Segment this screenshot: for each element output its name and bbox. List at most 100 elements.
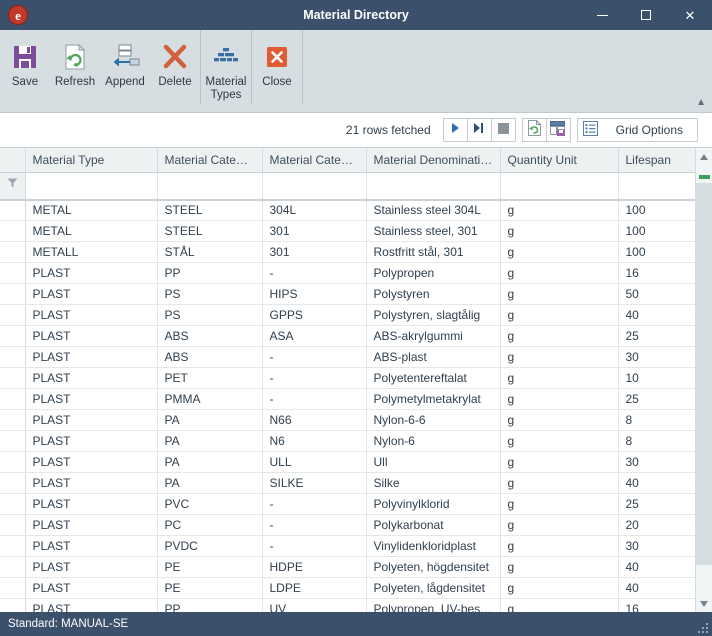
cell-unit[interactable]: g	[500, 325, 619, 347]
cell-life[interactable]: 100	[618, 241, 695, 263]
cell-type[interactable]: PLAST	[25, 451, 158, 473]
filter-cell-quantity-unit[interactable]	[500, 172, 619, 201]
row-selector-cell[interactable]	[0, 388, 26, 410]
cell-cat1[interactable]: PA	[157, 472, 263, 494]
row-selector-cell[interactable]	[0, 451, 26, 473]
filter-cell-material-category-1[interactable]	[157, 172, 263, 201]
stop-fetch-button[interactable]	[490, 117, 516, 142]
table-row[interactable]: PLAST PA SILKE Silke g 40	[0, 472, 695, 494]
cell-cat1[interactable]: PP	[157, 262, 263, 284]
cell-life[interactable]: 100	[618, 199, 695, 221]
column-header-material-type[interactable]: Material Type	[25, 148, 158, 173]
table-row[interactable]: PLAST PA N6 Nylon-6 g 8	[0, 430, 695, 452]
cell-unit[interactable]: g	[500, 199, 619, 221]
cell-cat2[interactable]: -	[262, 346, 367, 368]
row-selector-cell[interactable]	[0, 325, 26, 347]
cell-cat1[interactable]: PA	[157, 409, 263, 431]
cell-life[interactable]: 25	[618, 325, 695, 347]
ribbon-collapse-chevron-icon[interactable]: ▲	[696, 97, 706, 108]
cell-unit[interactable]: g	[500, 220, 619, 242]
cell-unit[interactable]: g	[500, 409, 619, 431]
cell-denom[interactable]: Polyvinylklorid	[366, 493, 501, 515]
cell-unit[interactable]: g	[500, 451, 619, 473]
table-row[interactable]: PLAST ABS - ABS-plast g 30	[0, 346, 695, 368]
cell-denom[interactable]: Polymetylmetakrylat	[366, 388, 501, 410]
cell-cat2[interactable]: 301	[262, 220, 367, 242]
cell-life[interactable]: 16	[618, 598, 695, 612]
cell-cat2[interactable]: -	[262, 262, 367, 284]
cell-cat1[interactable]: PP	[157, 598, 263, 612]
cell-denom[interactable]: Silke	[366, 472, 501, 494]
table-row[interactable]: PLAST PE LDPE Polyeten, lågdensitet g 40	[0, 577, 695, 599]
cell-cat2[interactable]: SILKE	[262, 472, 367, 494]
cell-unit[interactable]: g	[500, 283, 619, 305]
table-row[interactable]: PLAST PE HDPE Polyeten, högdensitet g 40	[0, 556, 695, 578]
table-row[interactable]: PLAST PVC - Polyvinylklorid g 25	[0, 493, 695, 515]
cell-life[interactable]: 40	[618, 304, 695, 326]
cell-denom[interactable]: Polypropen, UV-bestän...	[366, 598, 501, 612]
scrollbar-track[interactable]	[696, 165, 712, 595]
cell-cat1[interactable]: PMMA	[157, 388, 263, 410]
cell-unit[interactable]: g	[500, 241, 619, 263]
cell-cat1[interactable]: PE	[157, 577, 263, 599]
cell-life[interactable]: 100	[618, 220, 695, 242]
cell-cat2[interactable]: 304L	[262, 199, 367, 221]
cell-cat2[interactable]: N66	[262, 409, 367, 431]
cell-type[interactable]: PLAST	[25, 598, 158, 612]
cell-denom[interactable]: Polyeten, högdensitet	[366, 556, 501, 578]
filter-cell-lifespan[interactable]	[618, 172, 695, 201]
cell-unit[interactable]: g	[500, 262, 619, 284]
cell-life[interactable]: 50	[618, 283, 695, 305]
cell-cat1[interactable]: PE	[157, 556, 263, 578]
cell-life[interactable]: 8	[618, 430, 695, 452]
row-selector-cell[interactable]	[0, 346, 26, 368]
save-button[interactable]: Save	[0, 36, 50, 89]
cell-type[interactable]: PLAST	[25, 535, 158, 557]
row-selector-cell[interactable]	[0, 220, 26, 242]
cell-cat2[interactable]: -	[262, 514, 367, 536]
append-button[interactable]: Append	[100, 36, 150, 89]
cell-cat2[interactable]: -	[262, 493, 367, 515]
filter-icon[interactable]	[7, 173, 18, 198]
cell-type[interactable]: PLAST	[25, 346, 158, 368]
row-selector-cell[interactable]	[0, 304, 26, 326]
table-row[interactable]: PLAST PVDC - Vinylidenkloridplast g 30	[0, 535, 695, 557]
cell-cat1[interactable]: PC	[157, 514, 263, 536]
material-types-button[interactable]: Material Types	[201, 36, 251, 102]
cell-type[interactable]: PLAST	[25, 556, 158, 578]
cell-denom[interactable]: Vinylidenkloridplast	[366, 535, 501, 557]
row-selector-cell[interactable]	[0, 430, 26, 452]
cell-unit[interactable]: g	[500, 514, 619, 536]
refresh-button[interactable]: Refresh	[50, 36, 100, 89]
cell-cat1[interactable]: ABS	[157, 325, 263, 347]
cell-cat2[interactable]: -	[262, 388, 367, 410]
cell-unit[interactable]: g	[500, 535, 619, 557]
grid-options-button[interactable]: Grid Options	[576, 117, 698, 142]
cell-cat1[interactable]: ABS	[157, 346, 263, 368]
fetch-next-button[interactable]	[442, 117, 468, 142]
cell-unit[interactable]: g	[500, 577, 619, 599]
row-selector-cell[interactable]	[0, 241, 26, 263]
cell-type[interactable]: METAL	[25, 199, 158, 221]
cell-cat1[interactable]: PVDC	[157, 535, 263, 557]
cell-denom[interactable]: ABS-plast	[366, 346, 501, 368]
column-header-material-denomination[interactable]: Material Denomination	[366, 148, 501, 173]
cell-life[interactable]: 16	[618, 262, 695, 284]
row-selector-cell[interactable]	[0, 514, 26, 536]
cell-cat2[interactable]: LDPE	[262, 577, 367, 599]
close-button[interactable]: Close	[252, 36, 302, 89]
fetch-all-button[interactable]	[466, 117, 492, 142]
cell-life[interactable]: 20	[618, 514, 695, 536]
row-selector-cell[interactable]	[0, 367, 26, 389]
row-selector-cell[interactable]	[0, 283, 26, 305]
cell-denom[interactable]: Polykarbonat	[366, 514, 501, 536]
cell-life[interactable]: 40	[618, 472, 695, 494]
cell-type[interactable]: PLAST	[25, 472, 158, 494]
cell-type[interactable]: PLAST	[25, 514, 158, 536]
cell-unit[interactable]: g	[500, 346, 619, 368]
table-row[interactable]: PLAST PET - Polyetentereftalat g 10	[0, 367, 695, 389]
filter-cell-material-category-2[interactable]	[262, 172, 367, 201]
close-window-button[interactable]: ✕	[668, 0, 712, 30]
cell-life[interactable]: 25	[618, 388, 695, 410]
cell-unit[interactable]: g	[500, 388, 619, 410]
